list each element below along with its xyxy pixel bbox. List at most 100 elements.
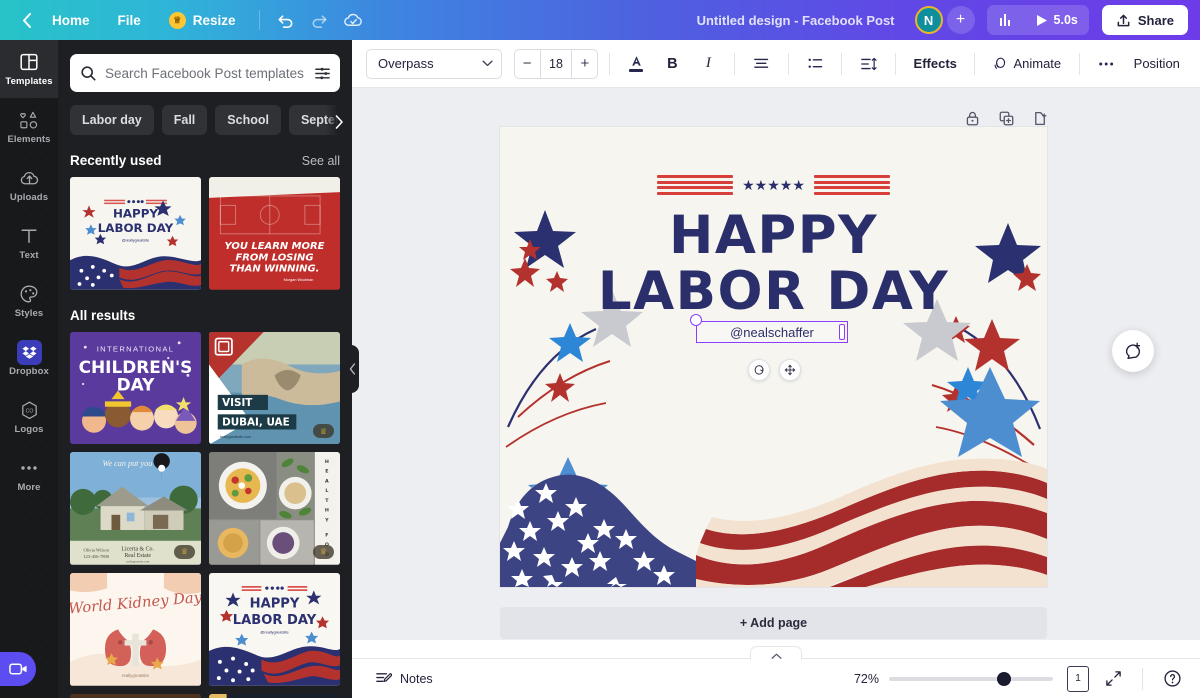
sidebar-item-text[interactable]: Text: [0, 214, 58, 272]
chips-next-button[interactable]: [326, 105, 352, 138]
svg-text:YOU LEARN MORE: YOU LEARN MORE: [225, 241, 325, 252]
move-icon[interactable]: [779, 359, 801, 381]
undo-button[interactable]: [270, 4, 302, 36]
search-input[interactable]: [105, 65, 305, 81]
italic-button[interactable]: I: [693, 49, 723, 79]
top-bar: Home File ♕ Resize Untitled design - Fac…: [0, 0, 1200, 40]
fullscreen-button[interactable]: [1099, 665, 1127, 693]
design-title-line-2[interactable]: LABOR DAY: [500, 261, 1047, 322]
undo-icon: [278, 14, 293, 28]
document-title[interactable]: Untitled design - Facebook Post: [687, 6, 905, 35]
effects-button[interactable]: Effects: [907, 49, 963, 79]
rotate-handle[interactable]: [690, 314, 702, 326]
text-color-button[interactable]: [621, 49, 651, 79]
text-editing-toolbar: Overpass − 18 + B I Effects Animate Posi…: [352, 40, 1200, 88]
template-thumb-happy-labor-day[interactable]: HAPPY LABOR DAY @reallygreatsite: [70, 177, 201, 290]
svg-text:Licerta & Co.: Licerta & Co.: [121, 547, 154, 553]
text-align-button[interactable]: [746, 49, 776, 79]
font-size-input[interactable]: 18: [539, 49, 573, 78]
template-thumb-visit-dubai[interactable]: VISIT DUBAI, UAE reallygreatsite.com ♕: [209, 331, 340, 445]
chip-school[interactable]: School: [215, 105, 281, 135]
sidebar-item-dropbox[interactable]: Dropbox: [0, 330, 58, 388]
design-canvas[interactable]: ★★★★★ HAPPY LABOR DAY @nealschaffer: [500, 127, 1047, 587]
redo-button[interactable]: [304, 4, 336, 36]
bold-button[interactable]: B: [657, 49, 687, 79]
font-size-increase-button[interactable]: +: [572, 50, 597, 78]
chip-labor-day[interactable]: Labor day: [70, 105, 154, 135]
cloud-saved-button[interactable]: [338, 4, 370, 36]
home-label: Home: [52, 12, 90, 28]
add-comment-button[interactable]: [1112, 330, 1154, 372]
share-button[interactable]: Share: [1101, 5, 1188, 35]
chip-fall[interactable]: Fall: [161, 105, 208, 135]
svg-text:@reallygreatsite: @reallygreatsite: [122, 238, 149, 242]
sidebar-item-styles[interactable]: Styles: [0, 272, 58, 330]
pro-crown-badge: ♕: [313, 544, 334, 559]
home-button[interactable]: Home: [39, 6, 103, 35]
expand-panel-button[interactable]: [750, 646, 802, 660]
notes-button[interactable]: Notes: [366, 664, 442, 693]
more-dots-icon: [1099, 62, 1114, 65]
svg-text:H: H: [325, 459, 329, 465]
rotate-icon[interactable]: [748, 359, 770, 381]
record-yourself-button[interactable]: [0, 652, 36, 686]
text-color-A-icon: [629, 55, 644, 72]
template-thumb-world-kidney-day[interactable]: World Kidney Day reallygreatsite: [70, 572, 201, 686]
avatar[interactable]: N: [914, 6, 943, 34]
template-thumb-real-estate[interactable]: We can put you here Olivia Wilson 123-45…: [70, 452, 201, 565]
template-thumb-pramuka[interactable]: SELAMAT HARI PRAMUKA 14 AGUSTUS 2022: [70, 693, 201, 698]
back-button[interactable]: [12, 6, 37, 35]
page-indicator[interactable]: 1: [1067, 665, 1089, 692]
resize-handle-right[interactable]: [839, 324, 845, 340]
filter-sliders-icon[interactable]: [313, 64, 332, 83]
search-box[interactable]: [70, 54, 340, 92]
italic-label: I: [705, 55, 711, 71]
present-button[interactable]: 5.0s: [1025, 5, 1089, 35]
play-icon: [1036, 14, 1047, 26]
add-page-button[interactable]: + Add page: [500, 607, 1047, 639]
file-menu-button[interactable]: File: [105, 6, 154, 35]
add-collaborator-button[interactable]: +: [946, 6, 975, 34]
design-artwork: [500, 127, 1047, 587]
search-row: [58, 40, 352, 92]
zoom-slider[interactable]: [889, 671, 1053, 686]
toolbar-divider: [895, 52, 897, 75]
chevron-down-icon: [482, 60, 493, 67]
sidebar-item-uploads[interactable]: Uploads: [0, 156, 58, 214]
sidebar-item-templates[interactable]: Templates: [0, 40, 58, 98]
sidebar-item-more[interactable]: More: [0, 446, 58, 504]
template-thumb-losing-quote[interactable]: YOU LEARN MORE FROM LOSING THAN WINNING.…: [209, 177, 340, 290]
insights-button[interactable]: [987, 5, 1025, 35]
thumb-art: HAPPY LABOR DAY @reallygreatsite: [70, 177, 201, 290]
toolbar-divider: [841, 52, 843, 75]
selected-text-element[interactable]: @nealschaffer: [690, 314, 848, 343]
text-align-icon: [754, 58, 769, 68]
resize-button[interactable]: ♕ Resize: [156, 5, 249, 36]
template-thumb-social-media-marketing[interactable]: WEBINAR SOCIAL MEDIA MARKETING: [209, 693, 340, 698]
share-upload-icon: [1117, 14, 1130, 26]
svg-text:CO: CO: [25, 408, 33, 414]
position-button[interactable]: Position: [1128, 49, 1187, 79]
recently-used-next-button[interactable]: chevron-right-icon: [326, 215, 348, 251]
add-comment-icon: [1125, 342, 1141, 359]
svg-text:123-456-7890: 123-456-7890: [83, 554, 110, 559]
thumb-art: INTERNATIONAL CHILDREN'S DAY: [70, 331, 201, 445]
template-thumb-childrens-day[interactable]: INTERNATIONAL CHILDREN'S DAY: [70, 331, 201, 445]
panel-collapse-button[interactable]: [345, 345, 359, 393]
sidebar-item-elements[interactable]: Elements: [0, 98, 58, 156]
zoom-slider-knob[interactable]: [997, 671, 1011, 686]
pro-crown-badge: ♕: [313, 424, 334, 439]
see-all-link[interactable]: See all: [302, 154, 340, 168]
line-spacing-button[interactable]: [853, 49, 884, 79]
design-title-line-1[interactable]: HAPPY: [500, 205, 1047, 266]
font-family-select[interactable]: Overpass: [366, 48, 502, 79]
font-size-decrease-button[interactable]: −: [515, 50, 540, 78]
sidebar-item-logos[interactable]: CO Logos: [0, 388, 58, 446]
more-options-button[interactable]: [1091, 49, 1121, 79]
bullet-list-button[interactable]: [800, 49, 830, 79]
animate-button[interactable]: Animate: [986, 49, 1068, 79]
help-button[interactable]: [1158, 665, 1186, 693]
template-thumb-happy-labor-day-2[interactable]: HAPPY LABOR DAY @reallygreatsite: [209, 572, 340, 686]
bold-label: B: [667, 55, 678, 72]
template-thumb-healthy-food[interactable]: HEALTHYFOO ♕: [209, 452, 340, 565]
